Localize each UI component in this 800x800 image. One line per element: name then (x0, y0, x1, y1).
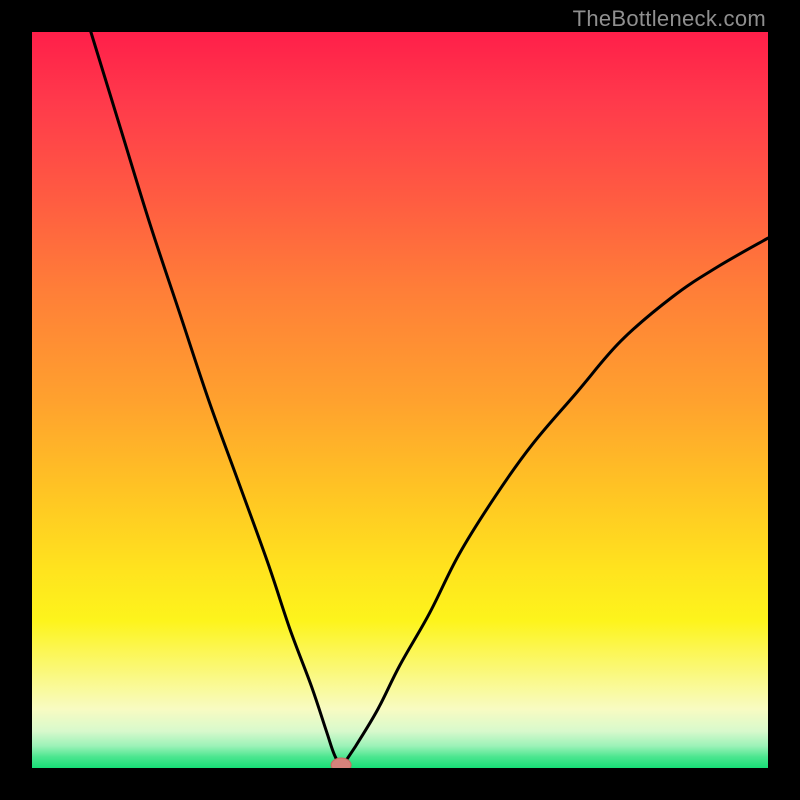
minimum-marker-dot (331, 758, 351, 768)
v-curve-path (91, 32, 768, 768)
chart-frame: TheBottleneck.com (0, 0, 800, 800)
plot-area (32, 32, 768, 768)
watermark-text: TheBottleneck.com (573, 6, 766, 32)
bottleneck-curve (32, 32, 768, 768)
